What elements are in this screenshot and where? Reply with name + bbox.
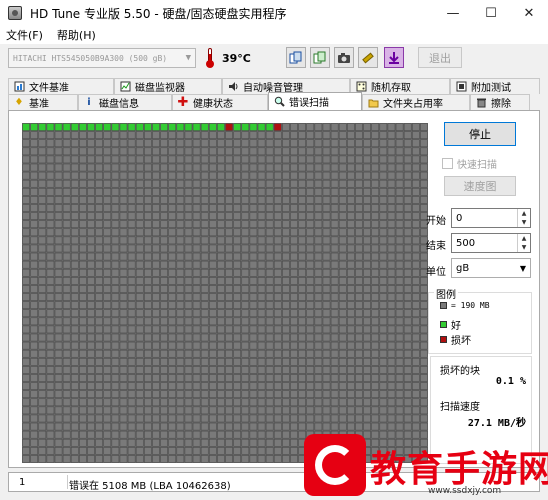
title-bar: HD Tune 专业版 5.50 - 硬盘/固态硬盘实用程序 — ☐ ✕: [0, 0, 548, 26]
spin-up-icon[interactable]: ▲: [518, 209, 530, 218]
copy-all-icon: [313, 51, 326, 63]
end-input[interactable]: 500 ▲ ▼: [451, 233, 531, 253]
tab-label: 附加测试: [471, 83, 511, 94]
site-watermark: 教育手游网 www.ssdxjy.com: [298, 434, 548, 500]
health-icon: ✚: [177, 95, 189, 110]
info-icon: i: [87, 97, 91, 108]
damaged-blocks-value: 0.1 %: [495, 376, 526, 387]
watermark-text: 教育手游网: [370, 449, 548, 490]
tab-label: 基准: [29, 99, 49, 110]
minimize-icon: —: [446, 5, 460, 21]
good-swatch: [440, 321, 447, 328]
tab-disk-info[interactable]: i 磁盘信息: [78, 94, 172, 110]
menu-file[interactable]: 文件(F): [6, 27, 43, 43]
tab-label: 错误扫描: [289, 98, 329, 109]
watermark-url: www.ssdxjy.com: [428, 486, 502, 496]
tab-random-access[interactable]: 随机存取: [350, 78, 450, 94]
tab-file-benchmark[interactable]: 文件基准: [8, 78, 114, 94]
tab-health[interactable]: ✚ 健康状态: [172, 94, 268, 110]
drive-select[interactable]: HITACHI HTS545050B9A300 (500 gB) ▼: [8, 48, 196, 68]
minimize-button[interactable]: —: [434, 0, 472, 26]
quick-scan-option[interactable]: 快速扫描: [442, 156, 497, 171]
hdtune-app-icon: [8, 6, 22, 20]
unit-value: gB: [456, 262, 470, 274]
start-label: 开始: [426, 216, 446, 227]
extra-tests-icon: [455, 81, 467, 93]
save-button[interactable]: [384, 47, 404, 68]
spin-down-icon[interactable]: ▼: [518, 218, 530, 227]
chevron-down-icon: ▼: [519, 264, 526, 273]
damaged-blocks-label: 损坏的块: [440, 366, 480, 377]
thermometer-icon: [205, 48, 215, 68]
tab-label: 文件基准: [29, 83, 69, 94]
legend-good: 好: [440, 317, 461, 332]
toolbar: HITACHI HTS545050B9A300 (500 gB) ▼ 39°C …: [0, 44, 548, 72]
tab-label: 磁盘信息: [99, 99, 139, 110]
menu-help[interactable]: 帮助(H): [57, 27, 96, 43]
tab-folder-usage[interactable]: 文件夹占用率: [362, 94, 470, 110]
quick-scan-checkbox[interactable]: [442, 158, 453, 169]
maximize-button[interactable]: ☐: [472, 0, 510, 26]
close-icon: ✕: [523, 5, 535, 21]
speed-map-button[interactable]: 速度图: [444, 176, 516, 196]
window-title: HD Tune 专业版 5.50 - 硬盘/固态硬盘实用程序: [30, 6, 287, 21]
scan-speed-value: 27.1 MB/秒: [467, 418, 526, 429]
file-benchmark-icon: [13, 81, 25, 93]
temperature-readout: 39°C: [222, 52, 251, 65]
spin-up-icon[interactable]: ▲: [518, 234, 530, 243]
tab-label: 文件夹占用率: [383, 99, 443, 110]
block-grid: [22, 123, 428, 463]
screenshot-button[interactable]: [334, 47, 354, 68]
tab-erase[interactable]: 擦除: [470, 94, 530, 110]
copy-all-button[interactable]: [310, 47, 330, 68]
legend-block-size: = 190 MB: [440, 301, 490, 310]
bad-swatch: [440, 336, 447, 343]
copy-icon: [289, 51, 302, 63]
start-input[interactable]: 0 ▲ ▼: [451, 208, 531, 228]
tab-label: 健康状态: [193, 99, 233, 110]
options-button[interactable]: [358, 47, 378, 68]
folder-icon: [367, 97, 379, 109]
end-value: 500: [456, 237, 476, 249]
spin-down-icon[interactable]: ▼: [518, 243, 530, 252]
unscanned-swatch: [440, 302, 447, 309]
drive-select-value: HITACHI HTS545050B9A300 (500 gB): [13, 53, 168, 63]
error-index: 1: [19, 477, 26, 488]
error-message: 错误在 5108 MB (LBA 10462638): [69, 481, 231, 492]
end-label: 结束: [426, 241, 446, 252]
quick-scan-label: 快速扫描: [457, 160, 497, 171]
legend-title: 图例: [434, 286, 458, 301]
wrench-icon: [362, 52, 374, 63]
watermark-logo-icon: [304, 434, 366, 496]
tab-benchmark[interactable]: ♦ 基准: [8, 94, 78, 110]
tab-label: 随机存取: [371, 83, 411, 94]
tab-disk-monitor[interactable]: 磁盘监视器: [114, 78, 222, 94]
benchmark-icon: ♦: [14, 97, 24, 108]
tab-error-scan[interactable]: 错误扫描: [268, 92, 362, 110]
block-map: [22, 123, 428, 463]
maximize-icon: ☐: [485, 5, 497, 21]
menu-bar: 文件(F) 帮助(H): [0, 26, 548, 44]
scan-speed-label: 扫描速度: [440, 402, 480, 413]
copy-info-button[interactable]: [286, 47, 306, 68]
tab-label: 磁盘监视器: [135, 83, 185, 94]
legend-bad: 损坏: [440, 332, 471, 347]
unit-select[interactable]: gB ▼: [451, 258, 531, 278]
download-arrow-icon: [389, 51, 399, 64]
exit-button[interactable]: 退出: [418, 47, 462, 68]
trash-icon: [475, 97, 487, 109]
magnifier-icon: [273, 96, 285, 108]
close-button[interactable]: ✕: [510, 0, 548, 26]
speaker-icon: [227, 81, 239, 93]
unit-label: 单位: [426, 267, 446, 278]
tab-label: 擦除: [491, 99, 511, 110]
camera-icon: [338, 52, 350, 63]
start-value: 0: [456, 212, 463, 224]
random-access-icon: [355, 81, 367, 93]
disk-monitor-icon: [119, 81, 131, 93]
stop-button[interactable]: 停止: [444, 122, 516, 146]
tabs-bottom-row: ♦ 基准 i 磁盘信息 ✚ 健康状态 错误扫描 文件夹占用率 擦除: [8, 92, 530, 110]
tab-extra-tests[interactable]: 附加测试: [450, 78, 540, 94]
chevron-down-icon: ▼: [185, 53, 191, 63]
